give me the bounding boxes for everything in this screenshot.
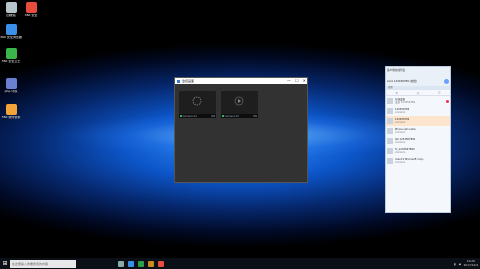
list-item-sub: xxxxxxx — [395, 141, 406, 144]
taskbar-app-icon[interactable] — [128, 260, 134, 267]
account-name: xxxx 123456789 (在线) — [387, 80, 417, 83]
close-icon[interactable]: ✕ — [303, 78, 306, 84]
window-title: 监控画面 — [182, 79, 195, 83]
list-item[interactable]: Phone cell name xxxxxxx — [386, 126, 450, 136]
taskbar: ⊞ 在这里输入你要搜索的内容 ▮ ◀ 10:20 2017/12/4 — [0, 258, 480, 269]
clock-date: 2017/12/4 — [463, 262, 478, 267]
device-icon — [387, 118, 393, 124]
panel-header: 客户端在线列表 — [386, 67, 450, 76]
desktop-icon-label: 360 安全 — [24, 14, 38, 17]
list-item-sub: xxxxxxx — [395, 131, 406, 134]
list-item-text: 123456789 xxxxxxx — [395, 118, 409, 124]
video-tile[interactable]: Camera 01 ON — [179, 91, 216, 118]
tile-status: ON — [253, 114, 257, 118]
desktop-icon[interactable]: 360 软件管家 — [0, 104, 22, 120]
list-item[interactable]: fo_1234567890 xxxxxxx — [386, 146, 450, 156]
desktop-icon-label: 360 安全卫士 — [1, 60, 21, 63]
app-shortcut-icon — [5, 104, 17, 115]
video-tile[interactable]: Camera 02 ON — [221, 91, 258, 118]
avatar[interactable] — [444, 78, 449, 84]
device-icon — [387, 128, 393, 134]
app-shortcut-icon — [25, 2, 37, 13]
maximize-icon[interactable]: ☐ — [295, 78, 299, 84]
device-icon — [387, 158, 393, 164]
taskbar-app-icon[interactable] — [158, 260, 164, 267]
network-icon[interactable]: ▮ — [454, 262, 456, 266]
system-tray: ▮ ◀ 10:20 2017/12/4 — [454, 260, 480, 267]
window-titlebar[interactable]: 监控画面 — ☐ ✕ — [175, 78, 307, 84]
taskbar-search-input[interactable]: 在这里输入你要搜索的内容 — [10, 259, 76, 268]
tab-favorites[interactable]: ★ — [395, 91, 398, 95]
loading-spinner-icon — [192, 96, 202, 106]
list-item-text: client 0 Microsoft corp.. xxxxxxx — [395, 158, 424, 164]
taskbar-app-icon[interactable] — [138, 260, 144, 267]
tile-label: Camera 02 — [224, 114, 239, 118]
list-item[interactable]: 123456789 xxxxxxx — [386, 106, 450, 116]
list-item-text: Phone cell name xxxxxxx — [395, 128, 416, 134]
minimize-icon[interactable]: — — [287, 78, 291, 84]
contact-panel[interactable]: 客户端在线列表 xxxx 123456789 (在线) 搜索 ★ ◎ ☰ 在线设… — [385, 66, 451, 213]
device-icon — [387, 108, 393, 114]
device-icon — [387, 148, 393, 154]
volume-icon[interactable]: ◀ — [459, 262, 461, 266]
desktop-icon[interactable]: 360 安全 — [20, 2, 42, 18]
app-shortcut-icon — [5, 2, 17, 13]
tab-list[interactable]: ☰ — [438, 91, 441, 95]
notification-badge — [446, 99, 449, 103]
list-item-text: 在线设备 设备 123456789 — [395, 98, 415, 104]
app-shortcut-icon — [5, 24, 17, 35]
desktop-icon-label: 360 软件管家 — [1, 116, 21, 119]
device-icon — [387, 138, 393, 144]
play-icon — [234, 96, 244, 106]
device-icon — [387, 98, 393, 104]
desktop-icon[interactable]: 360 安全卫士 — [0, 48, 22, 64]
desktop-icon-label: php 环境 — [4, 90, 18, 93]
desktop-icon-label: 360 安全浏览器 — [0, 36, 22, 39]
desktop-icon[interactable]: 360 安全浏览器 — [0, 24, 22, 40]
app-shortcut-icon — [5, 48, 17, 59]
tile-status: ON — [211, 114, 215, 118]
list-item-sub: 设备 123456789 — [395, 101, 416, 104]
list-item-sub: xxxxxxx — [395, 151, 406, 154]
list-item-text: fo_1234567890 xxxxxxx — [395, 148, 415, 154]
list-item-text: 123456789 xxxxxxx — [395, 108, 409, 114]
contact-list: 在线设备 设备 123456789 123456789 xxxxxxx 12345678… — [386, 96, 450, 166]
list-item[interactable]: QA 1234567890 xxxxxxx — [386, 136, 450, 146]
tile-label: Camera 01 — [182, 114, 197, 118]
app-icon — [177, 79, 180, 83]
list-item-sub: xxxxxxx — [395, 161, 406, 164]
list-item[interactable]: 在线设备 设备 123456789 — [386, 96, 450, 106]
clock[interactable]: 10:20 2017/12/4 — [463, 260, 478, 267]
taskbar-app-icon[interactable] — [148, 260, 154, 267]
desktop-icon[interactable]: 回收站 — [0, 2, 22, 18]
account-row[interactable]: xxxx 123456789 (在线) — [386, 76, 450, 86]
desktop-icon[interactable]: php 环境 — [0, 78, 22, 94]
list-item-sub: xxxxxxx — [395, 111, 406, 114]
app-shortcut-icon — [5, 78, 17, 89]
list-item-sub: xxxxxxx — [395, 121, 406, 124]
tab-contacts[interactable]: ◎ — [417, 91, 420, 95]
list-item[interactable]: client 0 Microsoft corp.. xxxxxxx — [386, 156, 450, 166]
list-item-text: QA 1234567890 xxxxxxx — [395, 138, 415, 144]
windows-start-icon[interactable]: ⊞ — [0, 258, 10, 269]
taskbar-app-icon[interactable] — [118, 260, 124, 267]
desktop-icon-label: 回收站 — [6, 14, 16, 17]
list-item[interactable]: 123456789 xxxxxxx — [386, 116, 450, 126]
